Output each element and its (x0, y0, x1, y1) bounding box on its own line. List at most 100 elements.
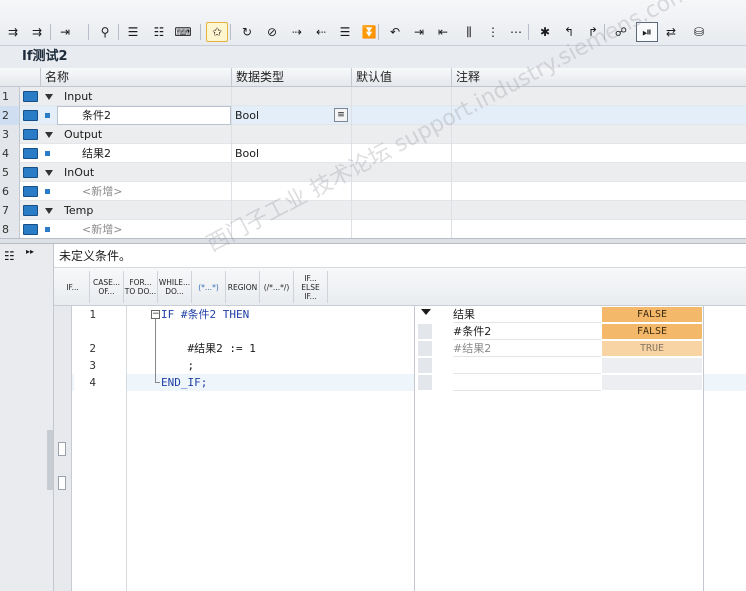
comment-icon[interactable]: ⋮ (482, 22, 504, 42)
scl-button-1[interactable]: CASE... OF... (90, 271, 124, 303)
code-area[interactable]: − IF #条件2 THEN #结果2 := 1 ; END_IF; (126, 306, 414, 591)
favorites-icon[interactable]: ✩ (206, 22, 228, 42)
run-icon[interactable]: ⏬ (358, 22, 380, 42)
interface-param-icon (23, 129, 38, 140)
interface-row[interactable]: 6 <新增> (0, 182, 746, 201)
toolbar-separator (50, 24, 51, 40)
scl-code-editor[interactable]: 1 2 3 4 − IF #条件2 THEN #结果2 := 1 ; END_IF; 结… (54, 306, 746, 591)
scl-button-6[interactable]: (/*...*/) (260, 271, 294, 303)
line-number: 2 (89, 342, 96, 355)
pane-scroll-handle[interactable] (47, 430, 53, 490)
monitor-on-icon-glyph: ⏯ (642, 25, 652, 39)
param-name[interactable]: InOut (64, 163, 94, 182)
variable-bullet-icon (45, 113, 50, 118)
fold-toggle-icon[interactable]: − (151, 310, 160, 319)
bookmark-icon[interactable]: ✱ (534, 22, 556, 42)
monitor-on-icon[interactable]: ⏯ (636, 22, 658, 42)
code-line[interactable]: ; (161, 357, 194, 374)
watch-value: FALSE (602, 307, 702, 322)
interface-row[interactable]: 2 ≡ 条件2 Bool (0, 106, 746, 125)
watch-row-checkbox[interactable] (418, 341, 432, 356)
param-name[interactable]: 条件2 (82, 106, 111, 125)
insert-network-icon[interactable]: ⇉ (2, 22, 24, 42)
step-icon[interactable]: ⇢ (286, 22, 308, 42)
watch-row-checkbox[interactable] (418, 324, 432, 339)
interface-row[interactable]: 5 InOut (0, 163, 746, 182)
list-icon[interactable]: ☰ (122, 22, 144, 42)
column-datatype[interactable]: 数据类型 (231, 68, 351, 87)
compare-icon[interactable]: ⇄ (660, 22, 682, 42)
watch-row[interactable] (415, 357, 705, 374)
param-name[interactable]: <新增> (82, 220, 122, 239)
watch-row-checkbox[interactable] (418, 358, 432, 373)
uncomment-icon[interactable]: ⋯ (505, 22, 527, 42)
outdent-icon[interactable]: ⇤ (432, 22, 454, 42)
param-name[interactable]: Temp (64, 201, 93, 220)
datatype-list-icon[interactable]: ≡ (334, 108, 348, 122)
bookmark-next-icon[interactable]: ↱ (582, 22, 604, 42)
interface-row[interactable]: 7 Temp (0, 201, 746, 220)
interface-row[interactable]: 3 Output (0, 125, 746, 144)
section-collapse-icon[interactable] (45, 208, 53, 214)
list-icon-glyph: ☰ (127, 25, 139, 39)
scl-button-7[interactable]: IF... ELSE IF... (294, 271, 328, 303)
scl-button-3[interactable]: WHILE... DO... (158, 271, 192, 303)
code-line[interactable]: IF #条件2 THEN (161, 306, 249, 323)
param-name[interactable]: 结果2 (82, 144, 111, 163)
code-line[interactable]: #结果2 := 1 (161, 340, 255, 357)
watch-row[interactable]: #结果2 TRUE (415, 340, 705, 357)
call-icon[interactable]: ⚲ (94, 22, 116, 42)
toolbar-separator (378, 24, 379, 40)
section-collapse-icon[interactable] (45, 132, 53, 138)
align-icon[interactable]: ⫼ (458, 22, 480, 42)
row-number: 6 (0, 182, 20, 201)
interface-row[interactable]: 8 <新增> (0, 220, 746, 239)
breakpoint-icon[interactable]: ↻ (236, 22, 258, 42)
section-collapse-icon[interactable] (45, 94, 53, 100)
gutter-marker[interactable] (58, 476, 66, 490)
column-divider (451, 201, 452, 220)
row-number: 2 (0, 106, 20, 125)
navigation-icon[interactable]: ☷ (4, 250, 15, 262)
database-icon[interactable]: ⛁ (688, 22, 710, 42)
pointer-icon-glyph: ☍ (614, 25, 628, 39)
param-name[interactable]: Input (64, 87, 92, 106)
delete-network-icon[interactable]: ⇉ (26, 22, 48, 42)
scl-button-4[interactable]: (*...*) (192, 271, 226, 303)
block-interface-table: 名称 数据类型 默认值 注释 1 Input 2 ≡ 条件2 Bool 3 Output 4 结果… (0, 68, 746, 240)
bookmark-prev-icon[interactable]: ↰ (558, 22, 580, 42)
interface-param-icon (23, 148, 38, 159)
scl-button-5[interactable]: REGION (226, 271, 260, 303)
gutter-marker[interactable] (58, 442, 66, 456)
watch-row[interactable] (415, 374, 705, 391)
expand-arrows-icon[interactable]: ▸▸ (26, 247, 34, 256)
column-comment[interactable]: 注释 (451, 68, 746, 87)
scl-button-2[interactable]: FOR... TO DO... (124, 271, 158, 303)
column-default[interactable]: 默认值 (351, 68, 451, 87)
param-datatype[interactable]: Bool (235, 106, 259, 125)
indent-icon[interactable]: ⇥ (408, 22, 430, 42)
interface-row[interactable]: 1 Input (0, 87, 746, 106)
param-name[interactable]: <新增> (82, 182, 122, 201)
pointer-icon[interactable]: ☍ (610, 22, 632, 42)
prev-icon[interactable]: ↶ (384, 22, 406, 42)
bookmark-icon-glyph: ✱ (539, 25, 551, 39)
watch-row-checkbox[interactable] (418, 375, 432, 390)
clear-breakpoint-icon[interactable]: ⊘ (261, 22, 283, 42)
list-detail-icon[interactable]: ☷ (148, 22, 170, 42)
jump-icon[interactable]: ⇥ (54, 22, 76, 42)
column-name[interactable]: 名称 (40, 68, 231, 87)
step-back-icon[interactable]: ⇠ (310, 22, 332, 42)
interface-row[interactable]: 4 结果2 Bool (0, 144, 746, 163)
monitor-icon[interactable]: ⌨ (172, 22, 194, 42)
watch-row[interactable]: #条件2 FALSE (415, 323, 705, 340)
param-name[interactable]: Output (64, 125, 102, 144)
indent-list-icon[interactable]: ☰ (334, 22, 356, 42)
code-line[interactable]: END_IF; (161, 374, 207, 391)
column-divider (351, 220, 352, 239)
watch-row[interactable]: 结果 FALSE (415, 306, 705, 323)
param-datatype[interactable]: Bool (235, 144, 259, 163)
scl-button-0[interactable]: IF... (56, 271, 90, 303)
interface-param-icon (23, 186, 38, 197)
section-collapse-icon[interactable] (45, 170, 53, 176)
